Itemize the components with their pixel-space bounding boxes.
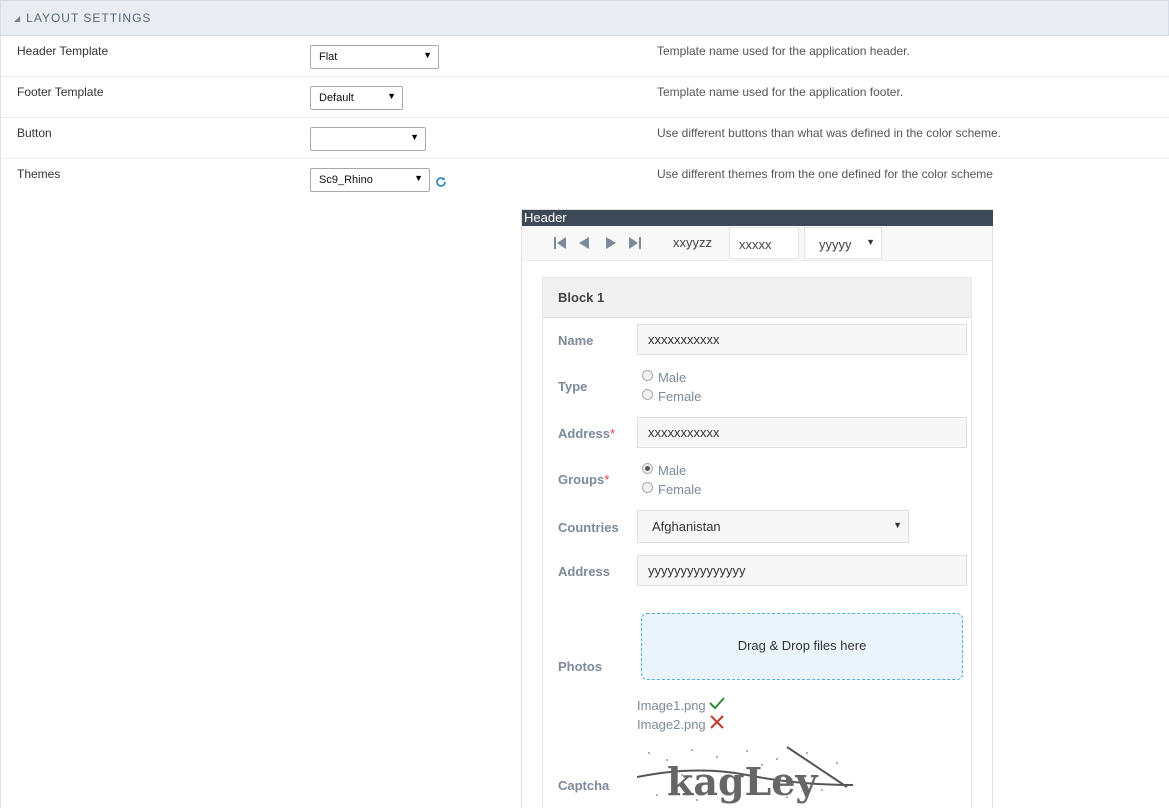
groups-radio-male[interactable]: Male: [642, 463, 686, 478]
next-page-icon[interactable]: [604, 237, 618, 249]
svg-text:kagLey: kagLey: [667, 759, 818, 804]
address-input[interactable]: xxxxxxxxxxx: [637, 417, 967, 448]
toolbar-input[interactable]: xxxxx: [729, 227, 799, 259]
dropdown-caret-icon: ▼: [387, 91, 396, 101]
toolbar-text: xxyyzz: [673, 235, 712, 250]
radio-button-selected[interactable]: [642, 463, 653, 474]
setting-label: Header Template: [17, 44, 109, 58]
theme-preview: Header xxyyzz xxxxx yyyyy ▼ Block 1 Name…: [521, 209, 993, 808]
photo-dropzone[interactable]: Drag & Drop files here: [641, 613, 963, 680]
file-item: Image1.png: [637, 696, 726, 713]
button-select[interactable]: ▼: [310, 127, 426, 151]
groups-label: Groups*: [558, 472, 610, 487]
name-input[interactable]: xxxxxxxxxxx: [637, 324, 967, 355]
block-title: Block 1: [543, 278, 971, 318]
header-template-select[interactable]: Flat ▼: [310, 45, 439, 69]
type-label: Type: [558, 379, 588, 394]
captcha-image: kagLey: [637, 745, 853, 805]
countries-select[interactable]: Afghanistan ▼: [637, 510, 909, 543]
collapse-triangle-icon[interactable]: ◢: [14, 14, 20, 23]
address-label-2: Address: [558, 564, 611, 579]
captcha-label: Captcha: [558, 778, 610, 793]
form-block: Block 1 Name xxxxxxxxxxx Type Male Femal…: [542, 277, 972, 808]
footer-template-select[interactable]: Default ▼: [310, 86, 403, 110]
dropdown-caret-icon: ▼: [423, 50, 432, 60]
address-label: Address*: [558, 426, 616, 441]
setting-help-text: Use different themes from the one define…: [657, 167, 993, 181]
preview-toolbar: xxyyzz xxxxx yyyyy ▼: [522, 226, 992, 261]
setting-row-header-template: Header Template Flat ▼ Template name use…: [0, 36, 1169, 77]
radio-button[interactable]: [642, 370, 653, 381]
preview-header: Header: [522, 210, 993, 226]
dropdown-caret-icon: ▼: [893, 520, 902, 530]
setting-row-button: Button ▼ Use different buttons than what…: [0, 118, 1169, 159]
dropdown-caret-icon: ▼: [410, 132, 419, 142]
refresh-icon[interactable]: [435, 176, 447, 188]
layout-settings-header[interactable]: ◢ LAYOUT SETTINGS: [0, 0, 1169, 36]
dropdown-caret-icon: ▼: [866, 237, 875, 247]
countries-label: Countries: [558, 520, 619, 535]
setting-row-footer-template: Footer Template Default ▼ Template name …: [0, 77, 1169, 118]
type-radio-female[interactable]: Female: [642, 389, 701, 404]
setting-help-text: Use different buttons than what was defi…: [657, 126, 1001, 140]
setting-label: Themes: [17, 167, 61, 181]
setting-label: Footer Template: [17, 85, 104, 99]
setting-help-text: Template name used for the application h…: [657, 44, 910, 58]
last-page-icon[interactable]: [628, 237, 642, 249]
type-radio-male[interactable]: Male: [642, 370, 686, 385]
previous-page-icon[interactable]: [577, 237, 591, 249]
setting-help-text: Template name used for the application f…: [657, 85, 904, 99]
photos-label: Photos: [558, 659, 603, 674]
file-item: Image2.png: [637, 714, 726, 732]
first-page-icon[interactable]: [553, 237, 567, 249]
radio-button[interactable]: [642, 389, 653, 400]
radio-button[interactable]: [642, 482, 653, 493]
themes-select[interactable]: Sc9_Rhino ▼: [310, 168, 430, 192]
dropdown-caret-icon: ▼: [414, 173, 423, 183]
check-icon: [708, 696, 725, 709]
groups-radio-female[interactable]: Female: [642, 482, 701, 497]
error-x-icon: [709, 714, 724, 729]
toolbar-select[interactable]: yyyyy ▼: [804, 227, 882, 259]
address-input-2[interactable]: yyyyyyyyyyyyyyy: [637, 555, 967, 586]
setting-label: Button: [17, 126, 52, 140]
name-label: Name: [558, 333, 594, 348]
section-title: LAYOUT SETTINGS: [26, 11, 152, 25]
